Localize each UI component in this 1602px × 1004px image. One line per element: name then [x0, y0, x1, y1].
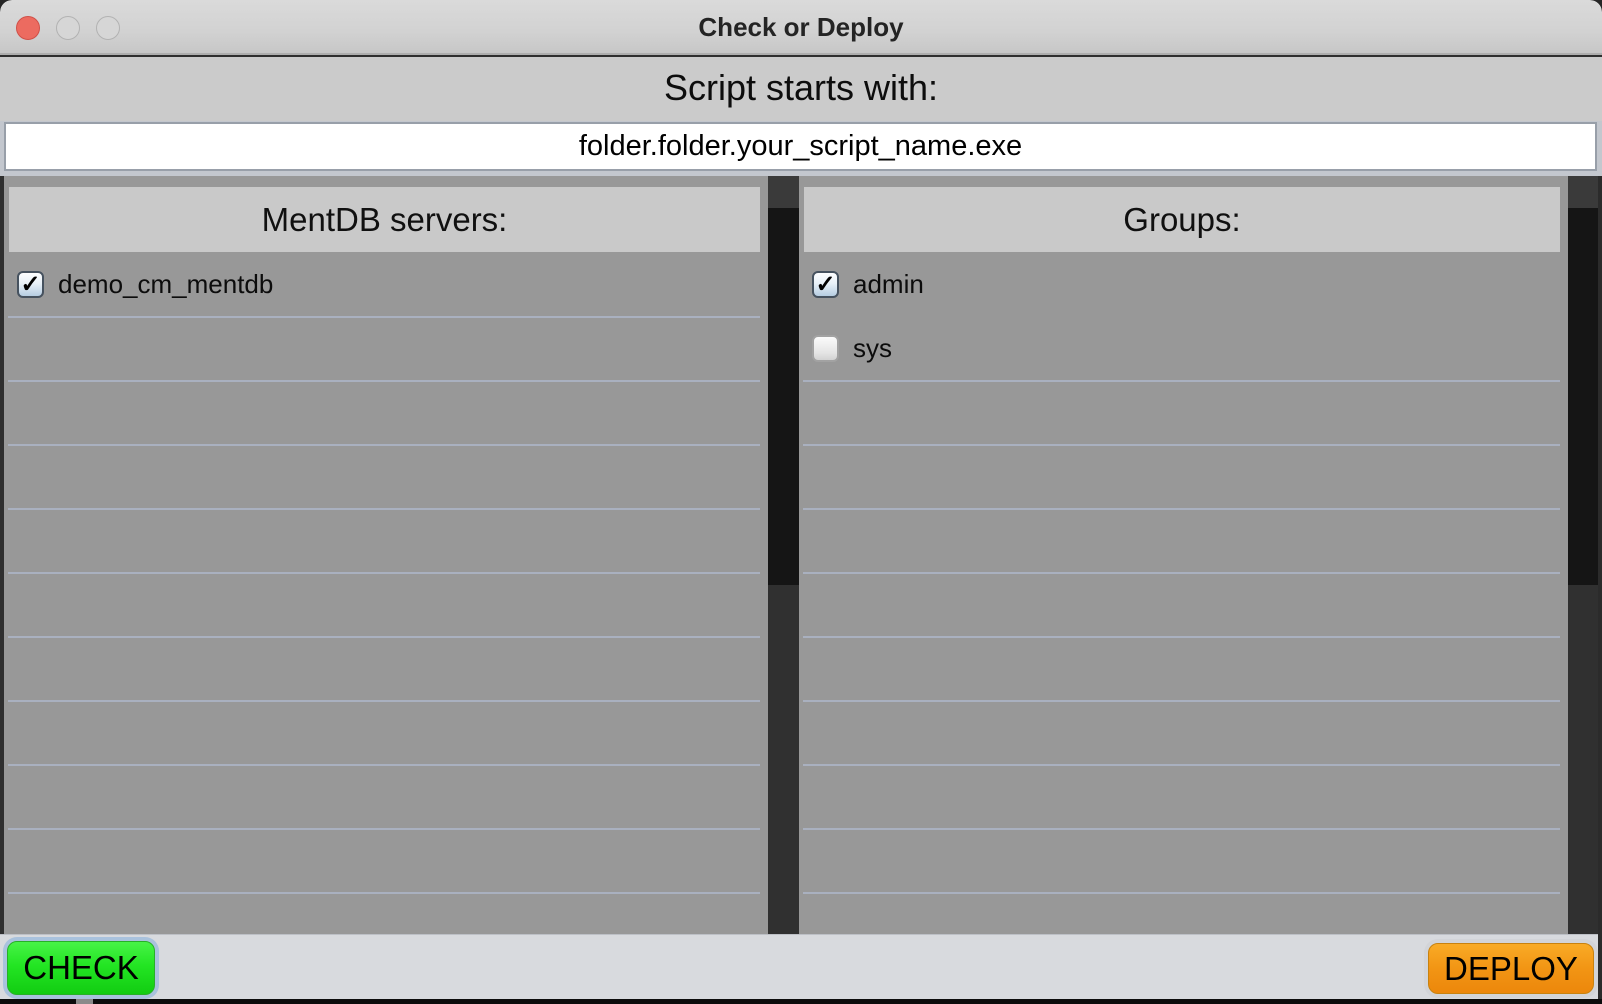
empty-row: [8, 574, 760, 638]
check-button[interactable]: CHECK: [3, 937, 159, 999]
scrollbar-thumb[interactable]: [1568, 208, 1598, 585]
group-row[interactable]: sys: [803, 317, 1560, 382]
window-right-edge: [1598, 176, 1602, 999]
content-area: MentDB servers: ✓ demo_cm_mentdb Groups: …: [0, 176, 1602, 934]
title-bar: Check or Deploy: [0, 0, 1602, 55]
servers-scrollbar[interactable]: [768, 176, 799, 934]
groups-panel-title: Groups:: [804, 187, 1560, 252]
checked-checkbox-icon[interactable]: ✓: [812, 271, 839, 298]
checked-checkbox-icon[interactable]: ✓: [17, 271, 44, 298]
script-starts-with-label: Script starts with:: [0, 57, 1602, 121]
check-button-label: CHECK: [7, 941, 155, 995]
empty-row: [8, 318, 760, 382]
empty-row: [803, 830, 1560, 894]
servers-panel: MentDB servers: ✓ demo_cm_mentdb: [4, 176, 768, 934]
empty-row: [8, 446, 760, 510]
script-name-input[interactable]: [4, 122, 1597, 171]
empty-row: [8, 510, 760, 574]
group-row-label: admin: [853, 269, 924, 300]
empty-row: [803, 766, 1560, 830]
group-row[interactable]: ✓ admin: [803, 252, 1560, 317]
group-row-label: sys: [853, 333, 892, 364]
server-row-label: demo_cm_mentdb: [58, 269, 273, 300]
unchecked-checkbox-icon[interactable]: [812, 335, 839, 362]
deploy-button[interactable]: DEPLOY: [1424, 939, 1598, 998]
scrollbar-thumb[interactable]: [768, 208, 799, 585]
groups-scrollbar[interactable]: [1568, 176, 1598, 934]
empty-row: [803, 446, 1560, 510]
empty-row: [8, 766, 760, 830]
server-row[interactable]: ✓ demo_cm_mentdb: [8, 252, 760, 318]
bottom-edge: [0, 999, 1602, 1004]
script-name-field-container: [0, 121, 1602, 176]
empty-row: [803, 702, 1560, 766]
action-bar: CHECK DEPLOY: [0, 934, 1602, 999]
servers-list: ✓ demo_cm_mentdb: [4, 252, 768, 894]
empty-row: [803, 382, 1560, 446]
dialog-window: Check or Deploy Script starts with: Ment…: [0, 0, 1602, 1004]
empty-row: [803, 510, 1560, 574]
empty-row: [803, 638, 1560, 702]
servers-panel-title: MentDB servers:: [9, 187, 760, 252]
window-title: Check or Deploy: [0, 0, 1602, 55]
empty-row: [803, 574, 1560, 638]
groups-panel: Groups: ✓ admin sys: [799, 176, 1568, 934]
groups-list: ✓ admin sys: [799, 252, 1568, 894]
scrollbar-track: [1568, 176, 1598, 208]
deploy-button-label: DEPLOY: [1428, 943, 1594, 994]
empty-row: [8, 702, 760, 766]
scrollbar-track: [768, 176, 799, 208]
empty-row: [8, 638, 760, 702]
resize-grip: [76, 999, 93, 1004]
empty-row: [8, 382, 760, 446]
empty-row: [8, 830, 760, 894]
